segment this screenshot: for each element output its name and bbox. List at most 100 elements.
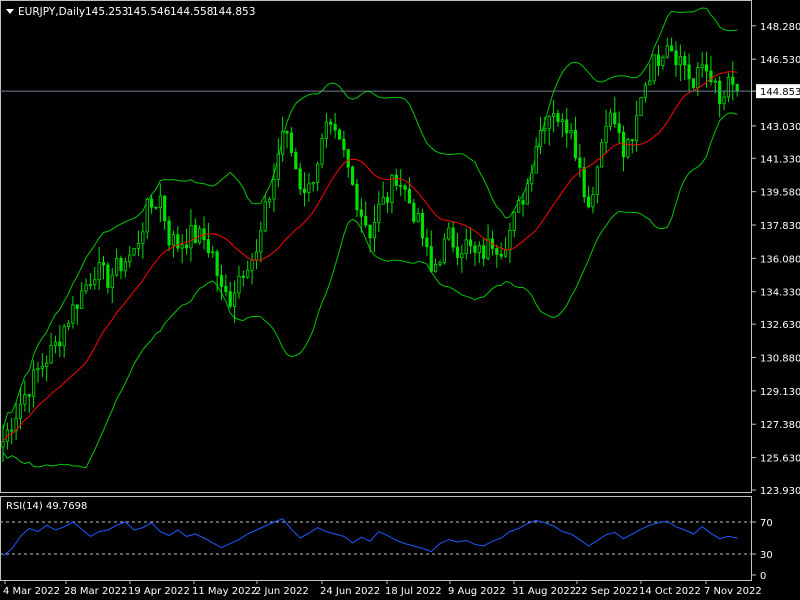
candle-body xyxy=(617,123,621,133)
candle-body xyxy=(346,149,350,168)
candle-body xyxy=(250,259,254,271)
price-tick-label: 134.330 xyxy=(760,288,800,299)
candle-body xyxy=(656,54,661,66)
candle-body xyxy=(560,119,564,123)
candle-body xyxy=(503,249,508,257)
price-tick-label: 141.330 xyxy=(760,154,800,165)
candle-body xyxy=(31,369,36,397)
candle-body xyxy=(482,245,486,259)
candle-body xyxy=(167,220,171,246)
candle-body xyxy=(569,129,573,134)
candle-body xyxy=(355,183,359,211)
candle-body xyxy=(600,142,604,168)
candle-body xyxy=(333,123,337,131)
price-tick-label: 137.830 xyxy=(760,221,800,232)
time-tick-label: 4 Mar 2022 xyxy=(3,586,60,597)
candle-body xyxy=(281,131,285,155)
candle-body xyxy=(586,196,591,208)
candle-body xyxy=(211,251,215,254)
candle-body xyxy=(678,56,682,66)
candle-body xyxy=(123,261,127,272)
time-tick-label: 28 Mar 2022 xyxy=(64,586,127,597)
candle-body xyxy=(285,131,289,134)
last-price-label: 144.853 xyxy=(760,87,800,98)
candle-body xyxy=(215,251,219,276)
candle-body xyxy=(132,247,136,256)
price-tick-label: 130.880 xyxy=(760,354,800,365)
candle-body xyxy=(359,209,363,217)
candle-body xyxy=(228,291,232,307)
candle-body xyxy=(233,292,237,307)
rsi-tick-label: 30 xyxy=(760,550,773,561)
candle-body xyxy=(508,230,512,251)
candle-body xyxy=(442,238,446,264)
candle-body xyxy=(565,119,569,134)
candle-body xyxy=(530,172,534,185)
candle-body xyxy=(289,132,294,153)
candle-body xyxy=(683,56,687,66)
candle-body xyxy=(193,224,197,243)
candle-body xyxy=(630,139,634,141)
candle-body xyxy=(372,221,377,239)
candle-body xyxy=(154,206,158,209)
candle-body xyxy=(381,196,385,205)
price-tick-label: 127.380 xyxy=(760,420,800,431)
time-tick-label: 9 Aug 2022 xyxy=(448,586,506,597)
candle-body xyxy=(27,394,31,397)
candle-body xyxy=(517,200,521,213)
candle-body xyxy=(425,237,429,248)
candle-body xyxy=(451,227,455,248)
candle-body xyxy=(377,203,381,223)
ohlc-open: 145.253 xyxy=(85,6,128,18)
candle-body xyxy=(136,242,141,249)
candle-body xyxy=(582,167,586,198)
candle-body xyxy=(696,67,700,88)
candle-body xyxy=(128,254,132,263)
candle-body xyxy=(499,253,503,257)
candle-body xyxy=(495,248,499,255)
candle-body xyxy=(40,365,44,369)
candle-body xyxy=(521,200,525,205)
candle-body xyxy=(626,139,630,158)
candle-body xyxy=(62,326,66,347)
candle-body xyxy=(661,56,665,66)
candle-body xyxy=(259,230,263,253)
symbol-label: EURJPY,Daily xyxy=(18,6,85,18)
candle-body xyxy=(58,341,62,347)
candle-body xyxy=(639,97,643,117)
candle-body xyxy=(101,262,106,266)
candle-body xyxy=(468,239,473,247)
candle-body xyxy=(224,285,228,293)
candle-body xyxy=(512,211,516,231)
candle-body xyxy=(434,264,438,272)
candle-body xyxy=(320,138,324,165)
time-tick-label: 11 May 2022 xyxy=(192,586,257,597)
price-tick-label: 132.630 xyxy=(760,320,800,331)
candle-body xyxy=(53,341,58,346)
candle-body xyxy=(534,146,538,174)
candle-body xyxy=(206,239,210,254)
candle-body xyxy=(621,132,626,158)
candle-body xyxy=(23,394,27,405)
candle-body xyxy=(298,168,302,190)
ohlc-low: 144.558 xyxy=(170,6,213,18)
candle-body xyxy=(307,183,311,193)
candle-body xyxy=(254,251,259,261)
candle-body xyxy=(525,183,530,205)
candle-body xyxy=(141,231,145,244)
candle-body xyxy=(670,45,674,52)
candle-body xyxy=(115,257,119,276)
candle-body xyxy=(184,244,189,249)
candle-body xyxy=(36,368,40,371)
candle-body xyxy=(316,163,320,183)
candle-body xyxy=(556,113,560,123)
candle-body xyxy=(735,83,739,92)
chart-background xyxy=(0,0,800,600)
time-tick-label: 31 Aug 2022 xyxy=(512,586,576,597)
candle-body xyxy=(329,121,333,125)
candle-body xyxy=(412,202,416,223)
candle-body xyxy=(399,185,403,187)
candle-body xyxy=(578,157,582,168)
candle-body xyxy=(163,195,167,222)
candle-body xyxy=(119,257,123,272)
